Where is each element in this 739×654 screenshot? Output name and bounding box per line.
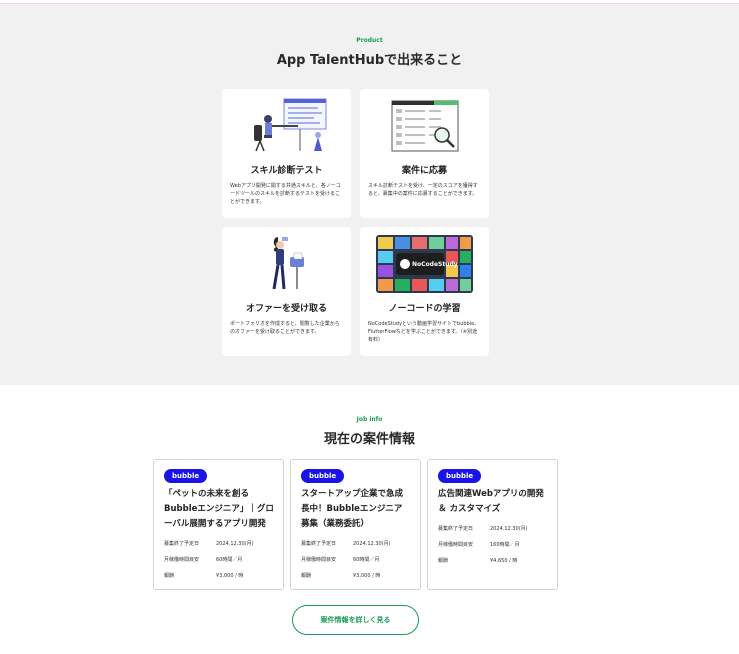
job-title-line: 長中！Bubbleエンジニア: [301, 504, 403, 514]
job-row-label: 募集終了予定日: [164, 541, 200, 547]
job-row-label: 月稼働時間目安: [301, 557, 337, 563]
job-title[interactable]: 「ペットの未来を創る Bubbleエンジニア」｜グロ ーバル展開するアプリ開発: [164, 487, 278, 532]
job-title-line: 募集（業務委託）: [301, 519, 370, 529]
job-deadline-row: 募集終了予定日 2024.12.30(月): [438, 525, 552, 535]
tool-badge: bubble: [164, 469, 208, 483]
job-deadline-row: 募集終了予定日 2024.12.30(月): [164, 540, 278, 550]
feature-desc: ポートフォリオを作成すると、閲覧した企業からのオファーを受け取ることができます。: [230, 321, 340, 335]
job-pay-row: 報酬 ¥3,000 / 時: [301, 572, 415, 582]
job-hours-row: 月稼働時間目安 160時間／月: [438, 541, 552, 551]
job-row-label: 報酬: [164, 573, 175, 579]
job-title-line: ーバル展開するアプリ開発: [164, 519, 266, 529]
feature-desc: NoCodeStudyという動画学習サイトでbubble、FlutterFlow…: [368, 321, 480, 343]
job-row-label: 募集終了予定日: [301, 541, 337, 547]
tool-badge: bubble: [301, 469, 345, 483]
job-hours-row: 月稼働時間目安 60時間／月: [301, 556, 415, 566]
job-list-magnifier-illustration: [391, 100, 459, 152]
job-title-line: 「ペットの未来を創る: [164, 489, 250, 499]
job-title-line: スタートアップ企業で急成: [301, 489, 404, 499]
person-at-board-illustration: [254, 98, 327, 152]
job-hours-value: 60時間／月: [216, 557, 243, 563]
person-mailbox-illustration: [272, 237, 304, 290]
job-card[interactable]: bubble スタートアップ企業で急成 長中！Bubbleエンジニア 募集（業務…: [290, 459, 421, 590]
feature-title: 案件に応募: [401, 166, 447, 176]
feature-title: ノーコードの学習: [388, 304, 461, 314]
product-eyebrow: Product: [356, 37, 383, 44]
job-card[interactable]: bubble 広告関連Webアプリの開発 ＆ カスタマイズ 募集終了予定日 20…: [427, 459, 558, 590]
job-pay-value: ¥3,000 / 時: [353, 573, 381, 579]
job-card[interactable]: bubble 「ペットの未来を創る Bubbleエンジニア」｜グロ ーバル展開す…: [153, 459, 284, 590]
job-row-label: 月稼働時間目安: [438, 542, 474, 548]
job-hours-row: 月稼働時間目安 60時間／月: [164, 556, 278, 566]
feature-title: オファーを受け取る: [245, 304, 327, 314]
job-title[interactable]: 広告関連Webアプリの開発 ＆ カスタマイズ: [438, 487, 552, 517]
job-deadline-row: 募集終了予定日 2024.12.30(月): [301, 540, 415, 550]
job-deadline-value: 2024.12.30(月): [216, 541, 254, 547]
job-row-label: 募集終了予定日: [438, 526, 474, 532]
view-more-jobs-button[interactable]: 案件情報を詳しく見る: [292, 605, 419, 635]
jobs-section-title: 現在の案件情報: [323, 432, 415, 447]
job-row-label: 報酬: [301, 573, 312, 579]
job-title-line: ＆ カスタマイズ: [438, 504, 501, 514]
job-pay-value: ¥3,000 / 時: [216, 573, 244, 579]
feature-title: スキル診断テスト: [250, 166, 323, 176]
tool-badge: bubble: [438, 469, 482, 483]
job-deadline-value: 2024.12.30(月): [353, 541, 391, 547]
job-deadline-value: 2024.12.30(月): [490, 526, 528, 532]
job-pay-row: 報酬 ¥4,650 / 時: [438, 557, 552, 567]
job-title-line: 広告関連Webアプリの開発: [438, 489, 544, 499]
product-section: Product App TalentHubで出来ること スキル診断テスト Web…: [0, 4, 739, 385]
feature-card-skill-test[interactable]: スキル診断テスト Webアプリ開発に関する共通スキルと、各ノーコードツールのスキ…: [222, 89, 351, 218]
feature-desc: Webアプリ開発に関する共通スキルと、各ノーコードツールのスキルを診断するテスト…: [230, 183, 341, 205]
job-title[interactable]: スタートアップ企業で急成 長中！Bubbleエンジニア 募集（業務委託）: [301, 487, 415, 532]
job-hours-value: 60時間／月: [353, 557, 380, 563]
feature-card-apply-job[interactable]: 案件に応募 スキル診断テストを受け、一定のスコアを獲得すると、募集中の案件に応募…: [360, 89, 489, 218]
jobs-eyebrow: Job info: [356, 416, 383, 423]
product-section-title: App TalentHubで出来ること: [276, 53, 463, 68]
feature-card-receive-offer[interactable]: オファーを受け取る ポートフォリオを作成すると、閲覧した企業からのオファーを受け…: [222, 227, 351, 356]
job-title-line: Bubbleエンジニア」｜グロ: [164, 504, 274, 514]
feature-card-nocode-learning[interactable]: NoCodeStudy ノーコードの学習 NoCodeStudyという動画学習サ…: [360, 227, 489, 356]
nocodestudy-logo-text: NoCodeStudy: [412, 261, 458, 268]
job-row-label: 報酬: [438, 558, 449, 564]
nocodestudy-collage-image: NoCodeStudy: [376, 235, 473, 293]
job-row-label: 月稼働時間目安: [164, 557, 200, 563]
job-pay-row: 報酬 ¥3,000 / 時: [164, 572, 278, 582]
job-hours-value: 160時間／月: [490, 542, 520, 548]
job-pay-value: ¥4,650 / 時: [490, 558, 518, 564]
feature-desc: スキル診断テストを受け、一定のスコアを獲得すると、募集中の案件に応募することがで…: [368, 183, 478, 197]
